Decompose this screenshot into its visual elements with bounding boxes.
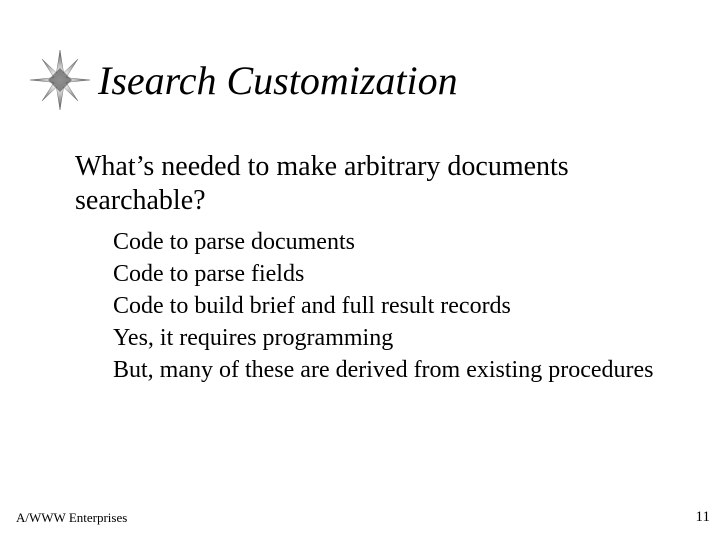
bullet-level2: Code to build brief and full result reco…	[105, 291, 680, 321]
footer-left: A/WWW Enterprises	[16, 510, 127, 526]
bullet-level1: What’s needed to make arbitrary document…	[65, 150, 680, 217]
bullet-level2: Code to parse documents	[105, 227, 680, 257]
bullet-text: Yes, it requires programming	[113, 323, 393, 353]
bullet-level2: But, many of these are derived from exis…	[105, 355, 680, 385]
page-number: 11	[696, 509, 710, 526]
slide-body: What’s needed to make arbitrary document…	[65, 150, 680, 387]
bullet-text: Code to build brief and full result reco…	[113, 291, 511, 321]
slide-title: Isearch Customization	[98, 57, 458, 104]
bullet-text: But, many of these are derived from exis…	[113, 355, 654, 385]
bullet-text: Code to parse documents	[113, 227, 355, 257]
bullet-level2: Code to parse fields	[105, 259, 680, 289]
sub-bullets: Code to parse documents Code to parse fi…	[105, 227, 680, 385]
bullet-text: What’s needed to make arbitrary document…	[75, 150, 680, 217]
bullet-level2: Yes, it requires programming	[105, 323, 680, 353]
bullet-text: Code to parse fields	[113, 259, 304, 289]
starburst-icon	[30, 50, 90, 110]
title-row: Isearch Customization	[30, 50, 458, 110]
slide: Isearch Customization What’s needed to m…	[0, 0, 720, 540]
